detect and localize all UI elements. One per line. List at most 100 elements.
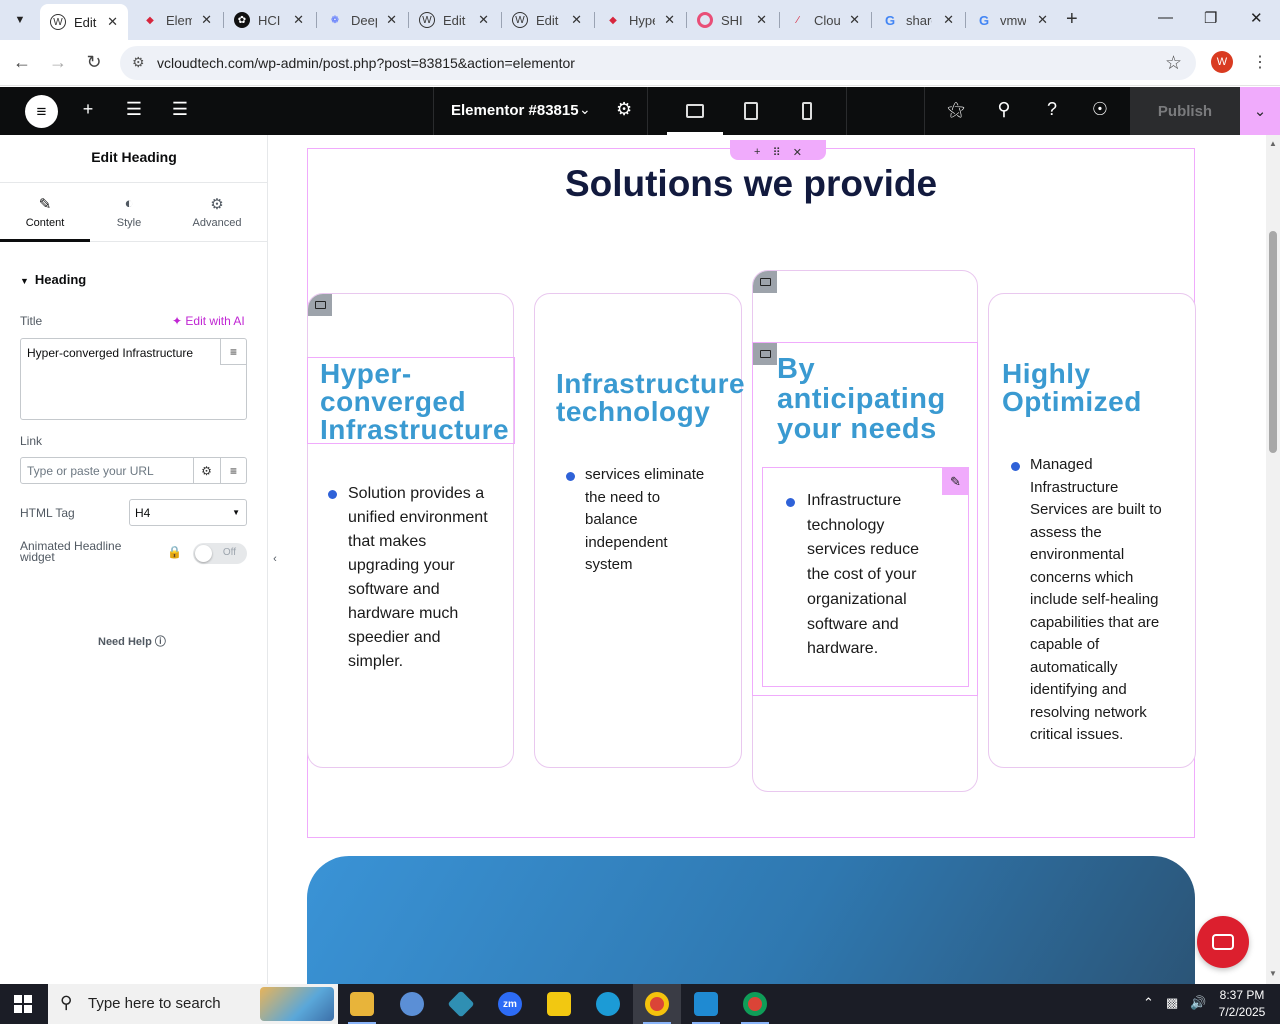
browser-menu-icon[interactable]: ⋮ [1252, 52, 1268, 72]
preview-eye-icon[interactable]: ☉ [1088, 99, 1112, 120]
bookmark-star-icon[interactable]: ☆ [1165, 52, 1182, 75]
chrome-browser-icon[interactable] [633, 984, 681, 1024]
browser-tab-edit-2[interactable]: W Edit ✕ [409, 6, 499, 34]
browser-tab-edit-active[interactable]: W Edit ✕ [40, 4, 128, 40]
section-heading[interactable]: Solutions we provide [307, 163, 1195, 205]
close-icon[interactable]: ✕ [1037, 12, 1048, 28]
tab-style[interactable]: ◐ Style [84, 183, 174, 242]
card-hyper-converged[interactable]: Hyper- converged Infrastructure Solution… [307, 293, 515, 768]
taskbar-clock[interactable]: 8:37 PM 7/2/2025 [1212, 987, 1272, 1021]
card-title[interactable]: Infrastructure technology [556, 370, 745, 426]
close-icon[interactable]: ✕ [849, 12, 860, 28]
browser-tab-elementor[interactable]: ◆ Elementor ✕ [132, 6, 222, 34]
html-tag-select[interactable]: H4 ▼ [129, 499, 247, 526]
chrome-browser-2-icon[interactable] [731, 984, 779, 1024]
elementor-logo-icon[interactable]: ≡ [25, 95, 58, 128]
chevron-down-icon[interactable]: ⌄ [579, 101, 591, 118]
container-handle-icon[interactable] [308, 294, 332, 316]
tab-advanced[interactable]: ⚙ Advanced [172, 183, 262, 242]
card-text[interactable]: Solution provides a unified environment … [348, 482, 488, 674]
edit-pencil-icon[interactable]: ✎ [942, 468, 969, 495]
close-icon[interactable]: ✕ [478, 12, 489, 28]
hex-app-icon[interactable] [437, 984, 485, 1024]
volume-icon[interactable]: 🔊 [1190, 995, 1206, 1011]
url-text[interactable]: vcloudtech.com/wp-admin/post.php?post=83… [157, 55, 575, 71]
browser-tab-hyper[interactable]: ◆ Hyper ✕ [595, 6, 685, 34]
close-icon[interactable]: ✕ [293, 12, 304, 28]
scroll-down-icon[interactable]: ▼ [1269, 969, 1277, 978]
publish-button[interactable]: Publish [1130, 87, 1240, 135]
collapse-panel-chevron-icon[interactable]: ‹ [268, 545, 282, 573]
sticky-notes-icon[interactable] [535, 984, 583, 1024]
zoom-app-icon[interactable]: zm [486, 984, 534, 1024]
browser-tab-vmw[interactable]: G vmw ✕ [966, 6, 1058, 34]
tab-search-button[interactable]: ▼ [8, 8, 32, 32]
need-help-link[interactable]: Need Help ⓘ [98, 633, 166, 649]
help-icon[interactable]: ? [1040, 99, 1064, 120]
add-section-icon[interactable]: + [754, 146, 760, 158]
card-anticipating-needs[interactable]: By anticipating your needs ✎ Infrastruct… [752, 270, 978, 792]
network-icon[interactable]: ▩ [1166, 995, 1178, 1011]
chat-support-button[interactable] [1197, 916, 1249, 968]
structure-layers-icon[interactable]: ☰ [168, 99, 192, 120]
close-icon[interactable]: ✕ [664, 12, 675, 28]
browser-tab-edit-3[interactable]: W Edit ✕ [502, 6, 592, 34]
restore-icon[interactable]: ❐ [1204, 9, 1217, 27]
animated-headline-toggle[interactable]: Off [193, 543, 247, 564]
card-infrastructure-technology[interactable]: Infrastructure technology services elimi… [534, 293, 745, 768]
card-text[interactable]: services eliminate the need to balance i… [585, 464, 704, 577]
back-icon[interactable]: ← [11, 52, 33, 73]
site-settings-icon[interactable]: ☰ [122, 99, 146, 120]
profile-avatar[interactable]: W [1211, 51, 1233, 73]
close-icon[interactable]: ✕ [201, 12, 212, 28]
scroll-thumb[interactable] [1269, 231, 1277, 453]
browser-tab-deepseek[interactable]: ❁ DeepSeek ✕ [317, 6, 407, 34]
card-text[interactable]: Infrastructure technology services reduc… [807, 489, 919, 662]
inner-container-handle-icon[interactable] [753, 343, 777, 365]
tab-content[interactable]: ✎ Content [0, 183, 90, 242]
title-textarea[interactable]: Hyper-converged Infrastructure ≡ [20, 338, 247, 420]
next-section-blue-banner[interactable] [307, 856, 1195, 984]
card-text[interactable]: Managed Infrastructure Services are buil… [1030, 454, 1162, 747]
file-explorer-icon[interactable] [338, 984, 386, 1024]
delete-section-icon[interactable]: ✕ [793, 146, 802, 159]
edit-with-ai-button[interactable]: ✦ Edit with AI [172, 314, 245, 328]
scroll-up-icon[interactable]: ▲ [1269, 139, 1277, 148]
card-title[interactable]: By anticipating your needs [777, 354, 946, 444]
reload-icon[interactable]: ↻ [83, 52, 105, 73]
address-bar[interactable]: ⚙ vcloudtech.com/wp-admin/post.php?post=… [120, 46, 1196, 80]
close-icon[interactable]: ✕ [386, 12, 397, 28]
page-settings-icon[interactable]: ⚙ [616, 99, 632, 120]
minimize-icon[interactable]: — [1158, 9, 1173, 26]
close-icon[interactable]: ✕ [756, 12, 767, 28]
container-handle-icon[interactable] [753, 271, 777, 293]
close-icon[interactable]: ✕ [571, 12, 582, 28]
tray-overflow-chevron-icon[interactable]: ⌃ [1143, 995, 1154, 1011]
windows-start-icon[interactable] [14, 995, 32, 1013]
search-icon[interactable]: ⚲ [992, 99, 1016, 120]
vscode-icon[interactable] [682, 984, 730, 1024]
site-info-icon[interactable]: ⚙ [132, 54, 145, 71]
card-title[interactable]: Hyper- converged Infrastructure [320, 360, 509, 444]
browser-tab-shi[interactable]: SHI ✕ [687, 6, 777, 34]
taskbar-search[interactable]: ⚲ Type here to search [48, 984, 338, 1024]
new-tab-button[interactable]: + [1066, 9, 1078, 29]
close-icon[interactable]: ✕ [943, 12, 954, 28]
add-element-icon[interactable]: + [76, 99, 100, 120]
mobile-view-icon[interactable] [779, 87, 835, 135]
link-url-input[interactable]: Type or paste your URL ⚙ ≡ [20, 457, 247, 484]
link-options-gear-icon[interactable]: ⚙ [193, 458, 219, 483]
window-close-icon[interactable]: ✕ [1250, 9, 1263, 27]
desktop-view-icon[interactable] [667, 87, 723, 135]
browser-tab-share[interactable]: G share ✕ [872, 6, 964, 34]
document-title[interactable]: Elementor #83815 [451, 102, 579, 119]
tablet-view-icon[interactable] [723, 87, 779, 135]
dynamic-tags-icon[interactable]: ≡ [220, 339, 246, 365]
browser-tab-hci[interactable]: ✿ HCI ✕ [224, 6, 314, 34]
dynamic-tags-icon[interactable]: ≡ [220, 458, 246, 483]
card-title[interactable]: Highly Optimized [1002, 360, 1142, 416]
edge-browser-icon[interactable] [584, 984, 632, 1024]
drag-handle-icon[interactable]: ⠿ [773, 146, 781, 159]
forward-icon[interactable]: → [47, 52, 69, 73]
paint-app-icon[interactable] [388, 984, 436, 1024]
